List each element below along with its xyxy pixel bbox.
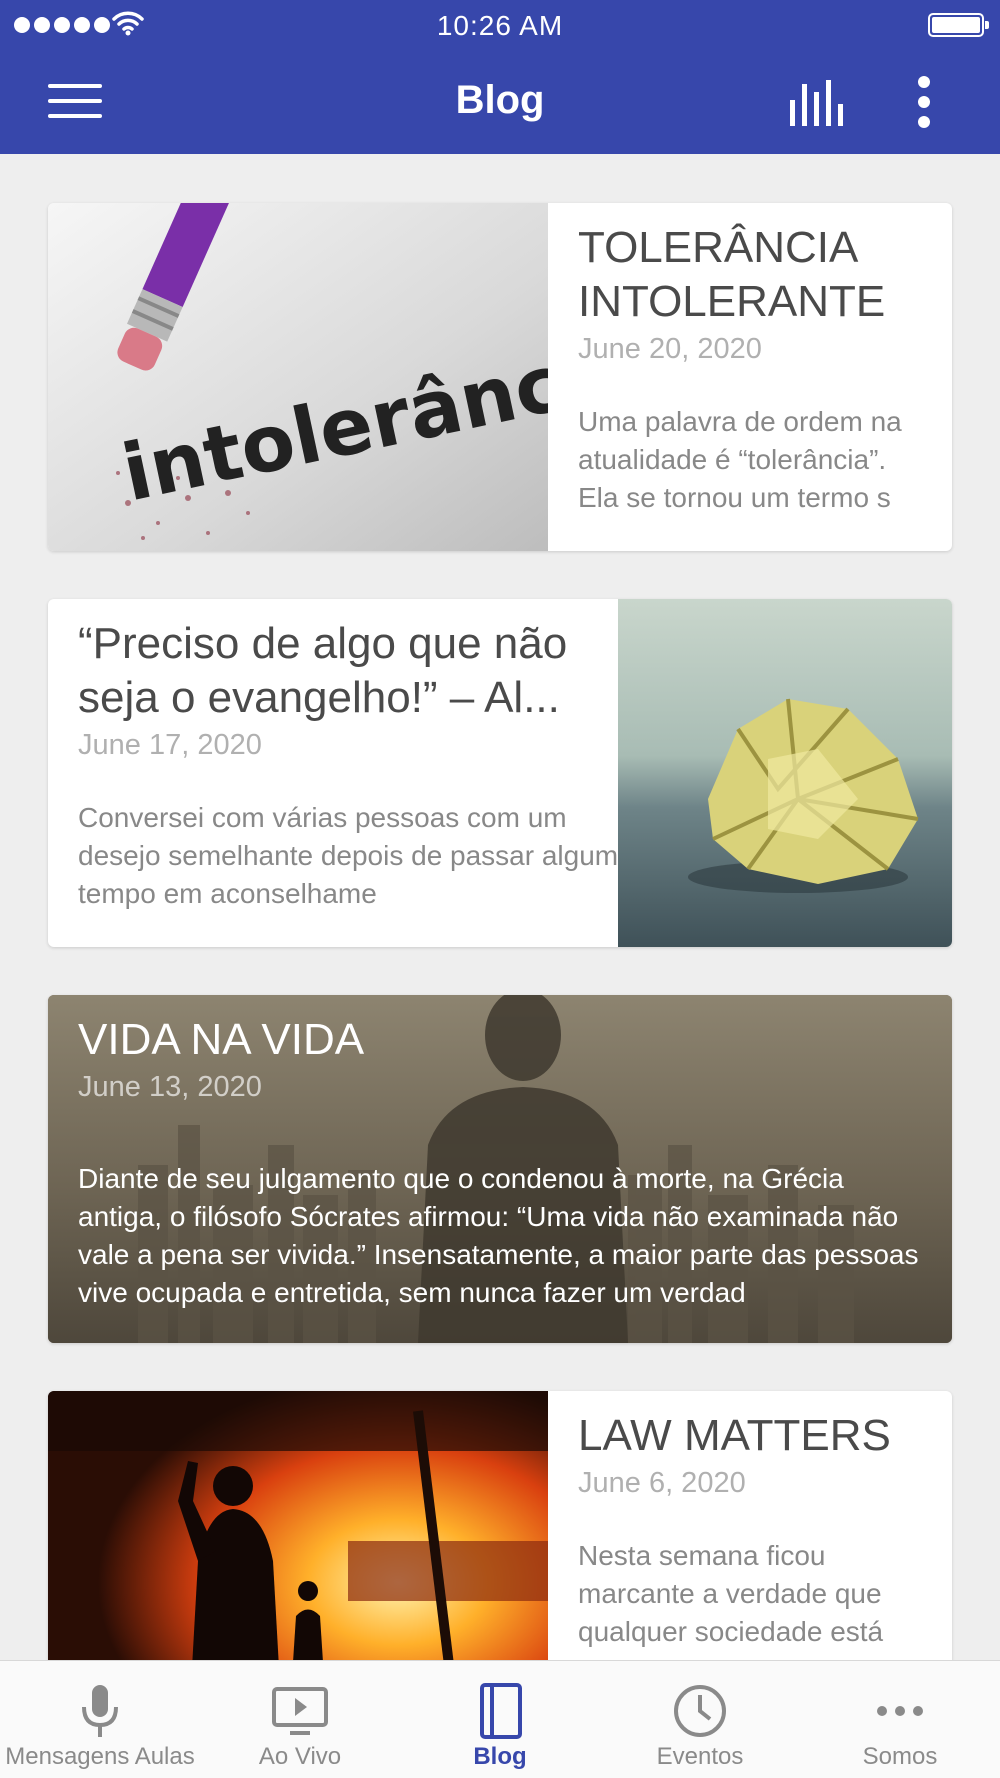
tab-blog[interactable]: Blog [400,1661,600,1778]
bottom-tab-bar: Mensagens Aulas Ao Vivo Blog Eventos Som… [0,1660,1000,1778]
play-screen-icon [272,1687,328,1735]
post-excerpt: Uma palavra de ordem na atualidade é “to… [578,406,902,513]
tab-label: Mensagens Aulas [5,1743,195,1770]
tab-somos[interactable]: Somos [800,1661,1000,1778]
post-image-crumpled-paper [618,599,952,947]
post-date: June 20, 2020 [578,333,762,365]
post-text: LAW MATTERS June 6, 2020 Nesta semana fi… [578,1391,928,1651]
post-excerpt: Nesta semana ficou marcante a verdade qu… [578,1540,884,1647]
post-title: VIDA NA VIDA [78,1015,365,1064]
post-text: VIDA NA VIDA June 13, 2020 Diante de seu… [78,995,928,1312]
blog-post-card[interactable]: VIDA NA VIDA June 13, 2020 Diante de seu… [48,995,952,1343]
tab-label: Blog [473,1743,527,1770]
post-date: June 13, 2020 [78,1071,262,1103]
post-excerpt: Conversei com várias pessoas com um dese… [78,802,619,909]
clock-icon [674,1685,726,1737]
post-text: TOLERÂNCIA INTOLERANTE June 20, 2020 Uma… [578,203,928,517]
tab-label: Ao Vivo [258,1743,342,1770]
microphone-icon [82,1685,118,1737]
post-text: “Preciso de algo que não seja o evangelh… [78,599,638,913]
tab-eventos[interactable]: Eventos [600,1661,800,1778]
tab-ao-vivo[interactable]: Ao Vivo [200,1661,400,1778]
tab-label: Somos [862,1743,938,1770]
battery-icon [928,13,989,37]
blog-post-card[interactable]: intolerância TOLERÂNCIA INTOLERANTE June… [48,203,952,551]
post-excerpt: Diante de seu julgamento que o condenou … [78,1163,919,1308]
status-bar: 10:26 AM [0,0,1000,50]
tab-mensagens-aulas[interactable]: Mensagens Aulas [0,1661,200,1778]
post-date: June 17, 2020 [78,729,262,761]
tab-label: Eventos [656,1743,744,1770]
page-title: Blog [455,78,545,122]
post-image-pencil-eraser: intolerância [48,203,548,551]
app-header: 10:26 AM Blog [0,0,1000,154]
book-icon [480,1683,522,1739]
blog-post-card[interactable]: “Preciso de algo que não seja o evangelh… [48,599,952,947]
post-title: TOLERÂNCIA INTOLERANTE [578,223,886,326]
bar-chart-icon[interactable] [788,80,848,126]
status-time: 10:26 AM [436,10,564,41]
more-dots-icon [877,1706,923,1716]
vertical-dots-icon[interactable] [910,74,938,130]
post-title: LAW MATTERS [578,1411,891,1460]
post-date: June 6, 2020 [578,1467,746,1499]
post-title: “Preciso de algo que não seja o evangelh… [78,619,568,722]
